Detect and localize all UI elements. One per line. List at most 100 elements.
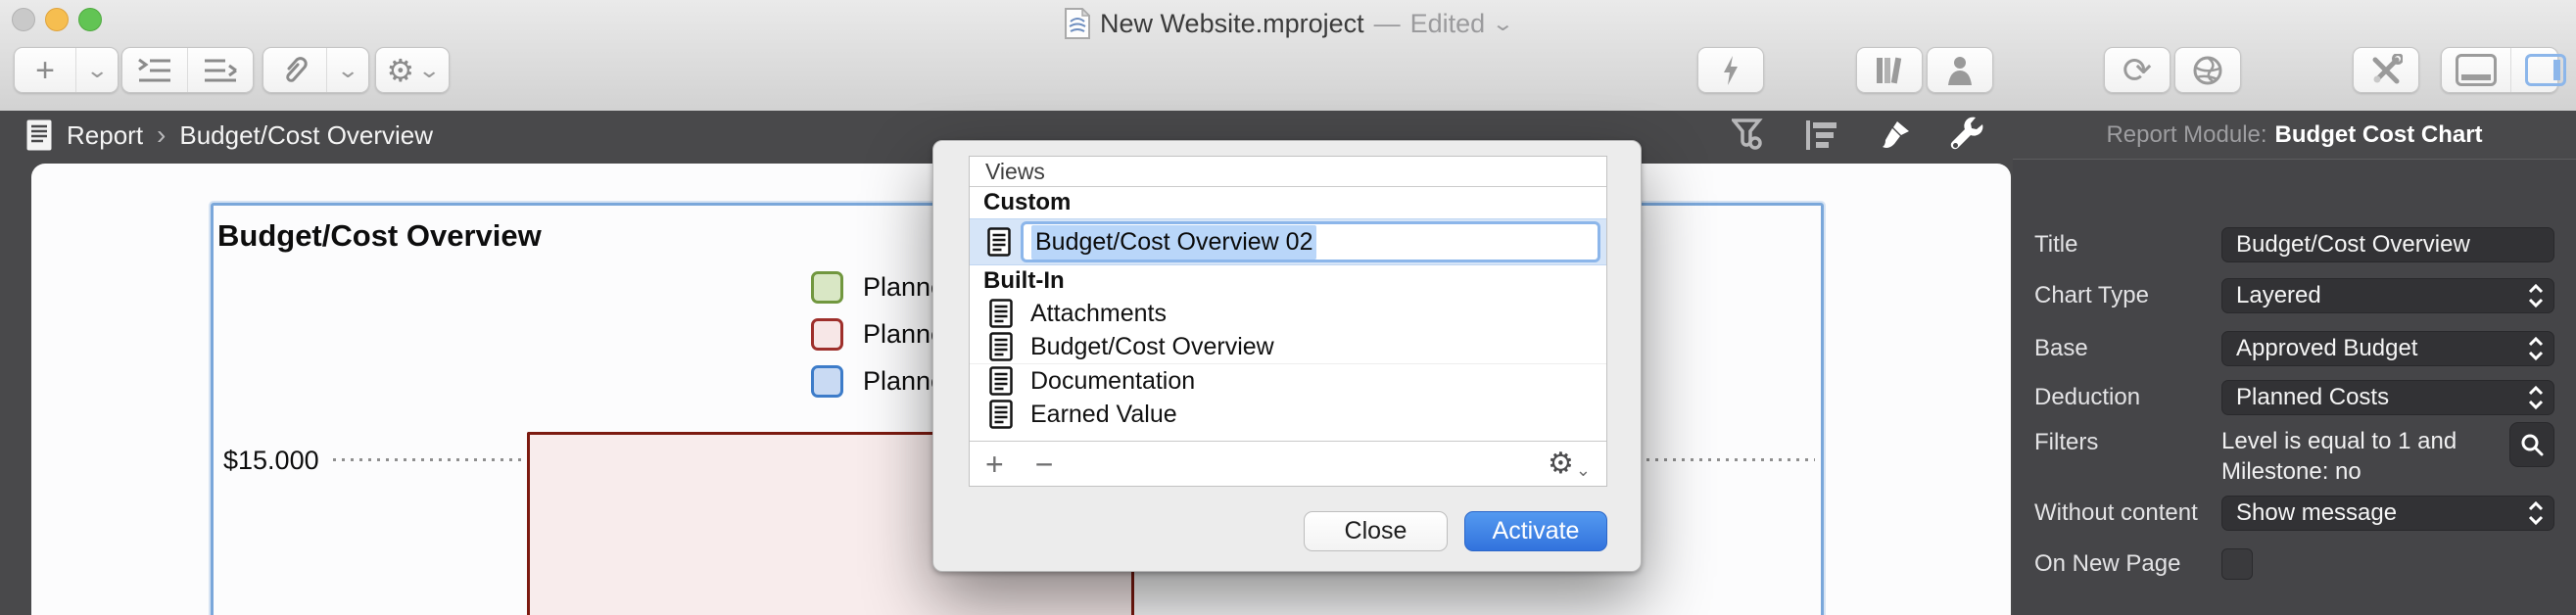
view-document-icon — [989, 366, 1013, 396]
chevron-down-icon: ⌄ — [417, 58, 441, 83]
legend-swatch-green — [811, 271, 843, 304]
indent-icon — [137, 58, 172, 83]
publish-button[interactable] — [2174, 47, 2241, 93]
legend-swatch-blue — [811, 365, 843, 398]
field-label: Deduction — [2034, 384, 2221, 411]
without-content-select[interactable]: Show message — [2221, 496, 2554, 531]
filter-button[interactable] — [1726, 118, 1771, 153]
view-document-icon — [989, 299, 1013, 328]
window-title-edited: Edited — [1410, 9, 1486, 39]
view-list-item[interactable]: Documentation — [970, 364, 1606, 398]
title-input[interactable]: Budget/Cost Overview — [2221, 227, 2554, 262]
field-label: Base — [2034, 335, 2221, 362]
inspector-header-prefix: Report Module: — [2106, 121, 2266, 149]
gear-icon: ⚙ — [386, 52, 414, 89]
activate-button[interactable]: Activate — [1464, 511, 1607, 551]
select-updown-icon — [2528, 283, 2544, 308]
add-view-button[interactable]: + — [970, 449, 1020, 480]
chevron-down-icon: ⌄ — [1576, 460, 1591, 481]
base-value: Approved Budget — [2236, 335, 2417, 362]
selected-view-row[interactable]: Budget/Cost Overview 02 — [970, 218, 1606, 265]
view-document-icon — [989, 400, 1013, 429]
breadcrumb-section[interactable]: Report — [67, 120, 143, 151]
views-list-header: Views — [970, 157, 1606, 187]
window-title: New Website.mproject — Edited ⌄ — [1065, 8, 1511, 39]
titlebar: New Website.mproject — Edited ⌄ + ⌄ — [0, 0, 2576, 112]
sync-button[interactable]: ⟳ — [2104, 47, 2171, 93]
actions-button[interactable] — [1697, 47, 1764, 93]
field-label: Filters — [2034, 426, 2221, 456]
window-title-separator: — — [1374, 9, 1401, 39]
outline-button[interactable] — [1799, 118, 1844, 153]
view-list-item[interactable]: Budget/Cost Overview — [970, 330, 1606, 364]
resources-button[interactable] — [1927, 47, 1993, 93]
view-document-icon — [987, 227, 1011, 257]
chart-title: Budget/Cost Overview — [217, 218, 542, 254]
library-button[interactable] — [1856, 47, 1923, 93]
paperclip-icon — [281, 55, 309, 86]
filters-search-button[interactable] — [2509, 422, 2554, 467]
base-select[interactable]: Approved Budget — [2221, 331, 2554, 366]
view-list-item[interactable]: Earned Value — [970, 398, 1606, 431]
magnifier-icon — [2520, 433, 2544, 456]
attachment-button[interactable] — [263, 48, 326, 92]
tools-button[interactable] — [2353, 47, 2419, 93]
outline-list-icon — [1805, 119, 1838, 151]
outdent-icon — [203, 58, 238, 83]
deduction-value: Planned Costs — [2236, 384, 2389, 411]
zoom-window-button[interactable] — [78, 8, 102, 31]
close-button[interactable]: Close — [1304, 511, 1448, 551]
field-label: Chart Type — [2034, 282, 2221, 309]
add-button-group: + ⌄ — [14, 47, 119, 93]
settings-wrench-button[interactable] — [1944, 118, 1989, 153]
view-item-label: Budget/Cost Overview — [1030, 333, 1274, 361]
inspector-panel: Title Budget/Cost Overview Chart Type La… — [2013, 160, 2576, 615]
chart-type-select[interactable]: Layered — [2221, 278, 2554, 313]
document-icon — [1065, 8, 1090, 39]
inspector-row-base: Base Approved Budget — [2034, 331, 2554, 366]
inspector-header: Report Module: Budget Cost Chart — [2013, 111, 2576, 160]
title-input-value: Budget/Cost Overview — [2236, 231, 2470, 259]
views-list: Views Custom Budget/Cost Overview 02 Bui… — [969, 156, 1607, 487]
globe-icon — [2192, 55, 2223, 86]
view-item-label: Earned Value — [1030, 401, 1177, 429]
inspector-row-on-new-page: On New Page — [2034, 548, 2554, 580]
views-dialog: Views Custom Budget/Cost Overview 02 Bui… — [932, 140, 1642, 572]
inspector-header-title: Budget Cost Chart — [2275, 121, 2483, 149]
settings-menu-button[interactable]: ⚙ ⌄ — [376, 48, 449, 92]
breadcrumb-chevron-icon: › — [157, 119, 166, 151]
select-updown-icon — [2528, 336, 2544, 361]
view-name-edit-field[interactable]: Budget/Cost Overview 02 — [1021, 221, 1600, 262]
outdent-button[interactable] — [187, 48, 253, 92]
crossed-tools-icon — [2369, 54, 2403, 87]
legend-swatch-red — [811, 318, 843, 351]
filter-funnel-icon — [1732, 118, 1765, 153]
report-document-icon — [25, 118, 53, 152]
settings-button-group: ⚙ ⌄ — [375, 47, 450, 93]
without-content-value: Show message — [2236, 499, 2397, 527]
breadcrumb-page[interactable]: Budget/Cost Overview — [179, 120, 433, 151]
view-actions-menu-button[interactable]: ⚙ ⌄ — [1548, 447, 1606, 481]
person-icon — [1945, 55, 1975, 86]
style-button[interactable] — [1873, 118, 1918, 153]
format-brush-icon — [1878, 118, 1913, 153]
remove-view-button[interactable]: − — [1020, 449, 1070, 480]
views-list-empty-space — [970, 431, 1606, 441]
bottom-pane-toggle[interactable] — [2442, 48, 2510, 92]
deduction-select[interactable]: Planned Costs — [2221, 380, 2554, 415]
attachment-menu-button[interactable]: ⌄ — [326, 48, 368, 92]
title-chevron-down-icon[interactable]: ⌄ — [1492, 12, 1514, 36]
chevron-down-icon: ⌄ — [336, 58, 359, 83]
view-item-label: Attachments — [1030, 300, 1167, 328]
add-button[interactable]: + — [15, 48, 75, 92]
field-label: Without content — [2034, 499, 2221, 527]
minimize-window-button[interactable] — [45, 8, 69, 31]
inspector-row-title: Title Budget/Cost Overview — [2034, 227, 2554, 262]
add-menu-button[interactable]: ⌄ — [75, 48, 118, 92]
on-new-page-checkbox[interactable] — [2221, 548, 2253, 580]
indent-button[interactable] — [122, 48, 187, 92]
inspector-row-chart-type: Chart Type Layered — [2034, 278, 2554, 313]
close-window-button[interactable] — [12, 8, 35, 31]
right-pane-toggle[interactable] — [2510, 48, 2576, 92]
view-list-item[interactable]: Attachments — [970, 297, 1606, 330]
